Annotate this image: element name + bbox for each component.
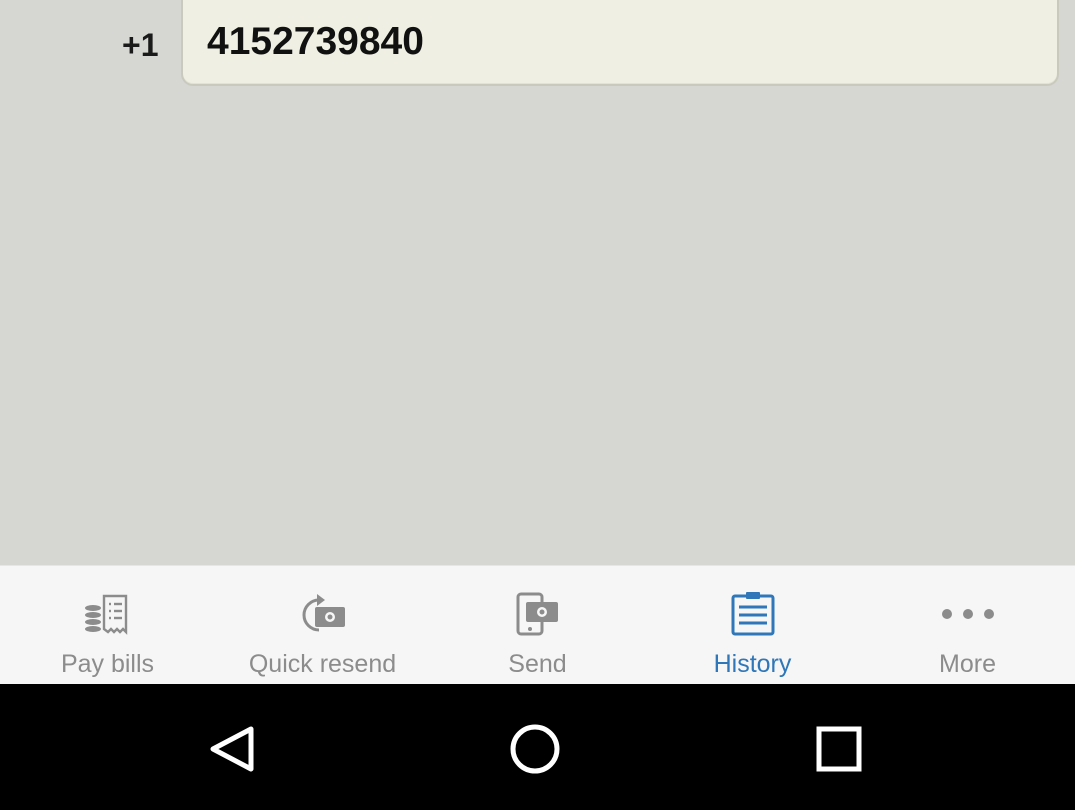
- tab-label: History: [713, 650, 792, 678]
- recents-button[interactable]: [794, 704, 884, 794]
- home-circle-icon: [510, 724, 560, 774]
- receipt-coins-icon: [84, 594, 127, 635]
- back-button[interactable]: [187, 704, 277, 794]
- tab-label: More: [939, 650, 996, 678]
- home-button[interactable]: [490, 704, 580, 794]
- more-dots-icon: [941, 609, 994, 619]
- resend-money-icon: [302, 594, 345, 632]
- tab-label: Quick resend: [248, 650, 397, 678]
- phone-number-input[interactable]: [181, 0, 1059, 86]
- tab-more[interactable]: More: [860, 566, 1075, 685]
- tab-send[interactable]: Send: [430, 566, 645, 685]
- tab-pay-bills[interactable]: Pay bills: [0, 566, 215, 685]
- tab-label: Pay bills: [60, 650, 155, 678]
- send-money-phone-icon: [516, 592, 558, 636]
- system-navigation-bar: [0, 684, 1075, 810]
- tab-label: Send: [508, 650, 567, 678]
- back-triangle-icon: [210, 726, 254, 772]
- tab-quick-resend[interactable]: Quick resend: [215, 566, 430, 685]
- clipboard-list-icon: [731, 592, 774, 636]
- bottom-tab-bar: Pay bills Quick resend Send History More: [0, 565, 1075, 685]
- recents-square-icon: [816, 726, 862, 772]
- main-content: +1: [0, 0, 1075, 565]
- tab-history[interactable]: History: [645, 566, 860, 685]
- country-code-label: +1: [122, 27, 159, 63]
